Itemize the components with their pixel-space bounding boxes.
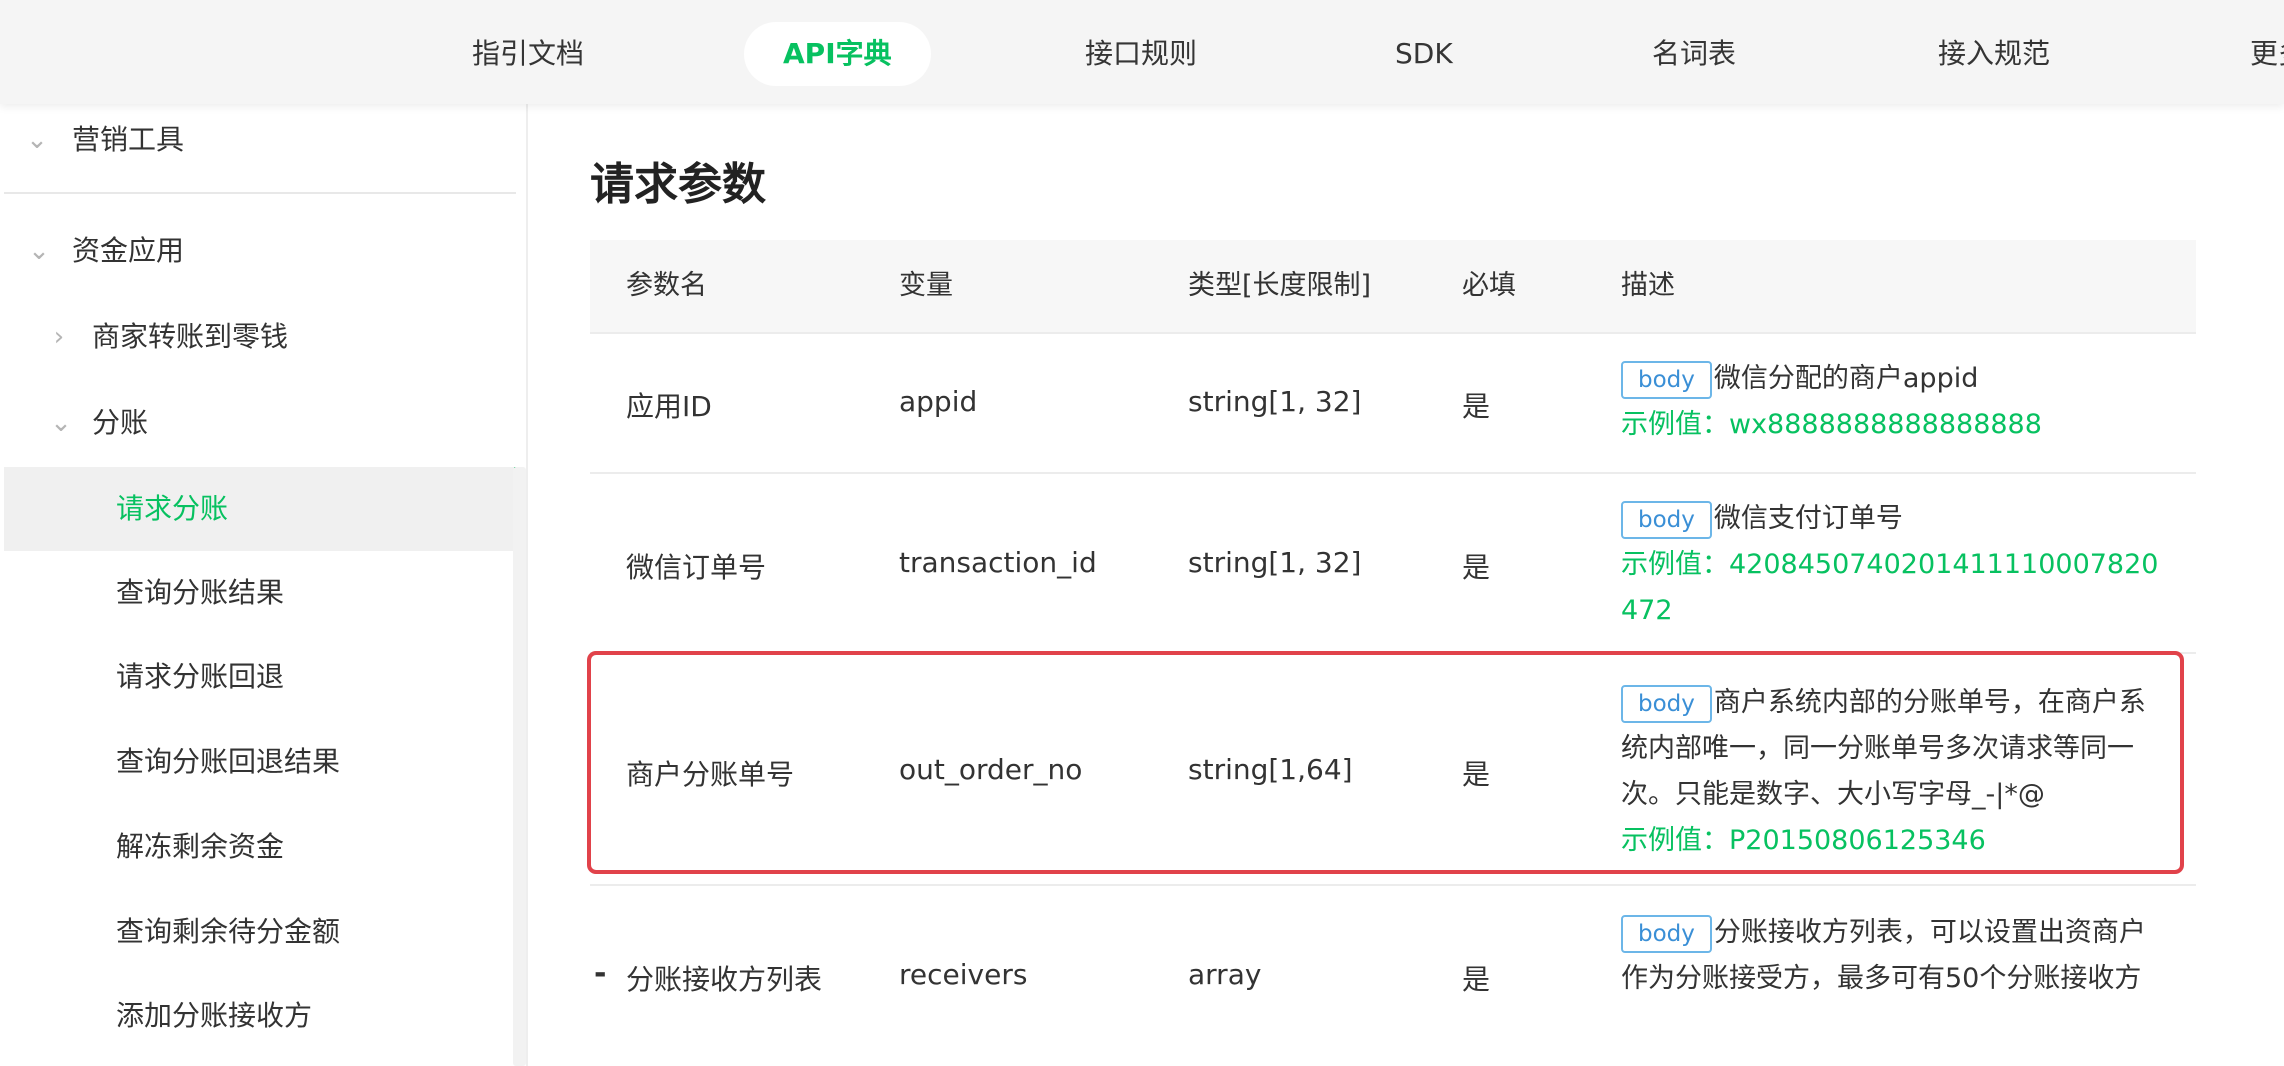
sidebar-item-partial[interactable]: ⌄ 营销工具: [4, 104, 514, 182]
header-variable: 变量: [899, 270, 953, 301]
sidebar-item-label: 查询分账结果: [116, 576, 285, 609]
body-tag: body: [1621, 360, 1712, 399]
sidebar-item-add-receiver[interactable]: 添加分账接收方: [4, 974, 514, 1058]
top-nav: 指引文档 API字典 接口规则 SDK 名词表 接入规范 更多: [0, 0, 2284, 104]
param-type: array: [1188, 958, 1262, 991]
param-required: 是: [1462, 963, 1491, 996]
param-description: body 分账接收方列表，可以设置出资商户作为分账接受方，最多可有50个分账接收方: [1621, 910, 2166, 1002]
table-row: 应用ID appid string[1, 32] 是 body 微信分配的商户ap…: [590, 334, 2196, 474]
param-required: 是: [1462, 390, 1491, 423]
param-type: string[1,64]: [1188, 753, 1353, 786]
param-description: body 商户系统内部的分账单号，在商户系统内部唯一，同一分账单号多次请求等同一次…: [1621, 680, 2166, 864]
sidebar-item-label: 资金应用: [72, 234, 185, 267]
nav-tab-sdk[interactable]: SDK: [1395, 22, 1453, 86]
sidebar-item-query-profit-sharing-result[interactable]: 查询分账结果: [4, 551, 514, 635]
collapse-toggle[interactable]: -: [594, 956, 606, 991]
sidebar-item-label: 查询剩余待分金额: [116, 915, 341, 948]
param-variable: transaction_id: [899, 546, 1097, 579]
sidebar-item-profit-sharing[interactable]: ⌄ 分账: [4, 381, 514, 465]
table-row-highlighted: 商户分账单号 out_order_no string[1,64] 是 body 商…: [590, 654, 2196, 886]
sidebar-item-label: 分账: [92, 406, 149, 439]
param-type: string[1, 32]: [1188, 385, 1362, 418]
section-title: 请求参数: [590, 159, 766, 210]
nav-tab-glossary[interactable]: 名词表: [1652, 22, 1736, 86]
nav-tab-api-dictionary[interactable]: API字典: [744, 22, 931, 86]
param-variable: appid: [899, 385, 978, 418]
param-description: body 微信分配的商户appid 示例值：wx8888888888888888: [1621, 356, 2166, 448]
chevron-down-icon: ⌄: [50, 408, 72, 438]
sidebar-item-label: 商家转账到零钱: [92, 320, 289, 353]
sidebar-item-label: 营销工具: [72, 123, 185, 156]
body-tag: body: [1621, 500, 1712, 539]
chevron-down-icon: ⌄: [28, 236, 50, 266]
sidebar-item-query-return-result[interactable]: 查询分账回退结果: [4, 720, 514, 804]
nav-tab-interface-rules[interactable]: 接口规则: [1085, 22, 1197, 86]
sidebar-item-label: 解冻剩余资金: [116, 830, 285, 863]
nav-tab-guide[interactable]: 指引文档: [472, 22, 584, 86]
nav-tab-more[interactable]: 更多: [2250, 22, 2284, 86]
sidebar-item-label: 请求分账回退: [116, 660, 285, 693]
nav-tab-access-spec[interactable]: 接入规范: [1938, 22, 2050, 86]
sidebar-border: [526, 104, 528, 1066]
param-name: 微信订单号: [626, 551, 767, 584]
header-param-name: 参数名: [626, 270, 707, 301]
example-label: 示例值：: [1621, 825, 1729, 856]
sidebar-item-request-profit-sharing-return[interactable]: 请求分账回退: [4, 635, 514, 719]
example-label: 示例值：: [1621, 409, 1729, 440]
sidebar-item-label: 请求分账: [116, 492, 229, 525]
example-value: wx8888888888888888: [1729, 409, 2042, 440]
table-row: 微信订单号 transaction_id string[1, 32] 是 bod…: [590, 474, 2196, 654]
example-value: P20150806125346: [1729, 825, 1986, 856]
param-name: 应用ID: [626, 390, 712, 423]
param-type: string[1, 32]: [1188, 546, 1362, 579]
sidebar-item-transfer-to-balance[interactable]: › 商家转账到零钱: [4, 295, 514, 379]
table-row: - 分账接收方列表 receivers array 是 body 分账接收方列表，…: [590, 886, 2196, 1066]
sidebar-scrollbar[interactable]: [513, 467, 526, 1066]
header-required: 必填: [1462, 270, 1516, 301]
sidebar-item-fund-apps[interactable]: ⌄ 资金应用: [4, 209, 514, 293]
example-label: 示例值：: [1621, 549, 1729, 580]
body-tag: body: [1621, 684, 1712, 723]
sidebar-item-request-profit-sharing[interactable]: 请求分账: [4, 467, 522, 551]
description-text: 微信支付订单号: [1713, 503, 1903, 534]
sidebar-item-label: 查询分账回退结果: [116, 745, 341, 778]
param-required: 是: [1462, 551, 1491, 584]
param-required: 是: [1462, 758, 1491, 791]
header-description: 描述: [1621, 270, 1675, 301]
sidebar-divider: [4, 192, 516, 194]
param-description: body 微信支付订单号 示例值：420845074020141111000782…: [1621, 496, 2166, 634]
sidebar: ⌄ 营销工具 ⌄ 资金应用 › 商家转账到零钱 ⌄ 分账 请求分账 查询分账结果…: [0, 104, 528, 1066]
sidebar-item-query-remaining-amount[interactable]: 查询剩余待分金额: [4, 890, 514, 974]
header-type: 类型[长度限制]: [1188, 270, 1372, 301]
param-name: 商户分账单号: [626, 758, 795, 791]
param-variable: receivers: [899, 958, 1028, 991]
table-header: 参数名 变量 类型[长度限制] 必填 描述: [590, 240, 2196, 334]
body-tag: body: [1621, 914, 1712, 953]
param-name: 分账接收方列表: [626, 963, 823, 996]
description-text: 微信分配的商户appid: [1713, 363, 1979, 394]
chevron-down-icon: ⌄: [26, 125, 48, 155]
sidebar-item-label: 添加分账接收方: [116, 999, 313, 1032]
chevron-right-icon: ›: [53, 322, 65, 352]
sidebar-item-unfreeze-remaining-funds[interactable]: 解冻剩余资金: [4, 805, 514, 889]
param-variable: out_order_no: [899, 753, 1083, 786]
